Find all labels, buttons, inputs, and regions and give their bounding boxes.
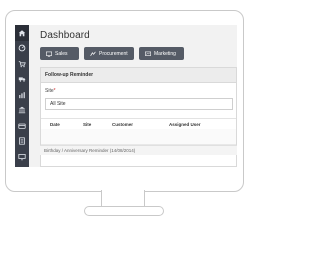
site-label: Site* (45, 88, 56, 94)
column-site[interactable]: Site (83, 122, 91, 127)
followup-panel-title: Follow-up Reminder (41, 68, 236, 83)
required-mark: * (53, 88, 56, 94)
quick-actions: Sales Procurement Marketing (40, 47, 184, 60)
dashboard-gauge-icon[interactable] (15, 41, 29, 57)
document-icon[interactable] (15, 134, 29, 150)
people-icon[interactable] (15, 165, 29, 168)
monitor-icon[interactable] (15, 149, 29, 165)
card-icon[interactable] (15, 118, 29, 134)
screen: Dashboard Sales Procurement Marketing Fo… (15, 25, 237, 167)
sidebar (15, 25, 29, 167)
column-assigned-user[interactable]: Assigned User (169, 122, 201, 127)
report-icon[interactable] (15, 87, 29, 103)
main-content: Dashboard Sales Procurement Marketing Fo… (29, 25, 237, 167)
birthday-panel-title: Birthday / Anniversary Reminder (14/08/2… (40, 145, 237, 155)
marketing-button-label: Marketing (154, 50, 176, 57)
cart-icon[interactable] (15, 56, 29, 72)
monitor-base (84, 206, 164, 216)
marketing-icon (145, 51, 151, 56)
sales-button-label: Sales (55, 50, 68, 57)
procurement-icon (90, 51, 96, 56)
site-select[interactable]: All Site (45, 98, 233, 110)
sales-icon (46, 51, 52, 57)
column-customer[interactable]: Customer (112, 122, 133, 127)
bank-icon[interactable] (15, 103, 29, 119)
marketing-button[interactable]: Marketing (139, 47, 184, 60)
home-icon[interactable] (15, 25, 29, 41)
page-title: Dashboard (40, 30, 90, 41)
followup-table-body (41, 129, 236, 145)
procurement-button-label: Procurement (99, 50, 128, 57)
column-date[interactable]: Date (50, 122, 60, 127)
procurement-button[interactable]: Procurement (84, 47, 134, 60)
sales-button[interactable]: Sales (40, 47, 79, 60)
truck-icon[interactable] (15, 72, 29, 88)
